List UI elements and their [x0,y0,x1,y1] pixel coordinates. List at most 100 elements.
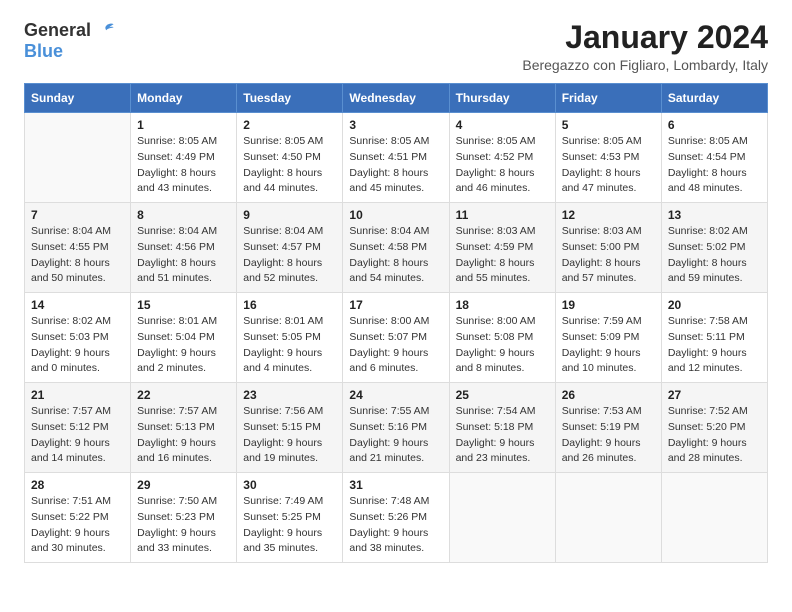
day-info: Sunrise: 8:01 AMSunset: 5:05 PMDaylight:… [243,314,336,377]
weekday-header-tuesday: Tuesday [237,84,343,113]
week-row-5: 28 Sunrise: 7:51 AMSunset: 5:22 PMDayligh… [25,473,768,563]
calendar-cell: 6 Sunrise: 8:05 AMSunset: 4:54 PMDaylight… [661,113,767,203]
week-row-4: 21 Sunrise: 7:57 AMSunset: 5:12 PMDayligh… [25,383,768,473]
day-number: 15 [137,298,230,312]
day-info: Sunrise: 8:04 AMSunset: 4:56 PMDaylight:… [137,224,230,287]
day-number: 30 [243,478,336,492]
calendar-cell [661,473,767,563]
day-number: 6 [668,118,761,132]
calendar-cell: 7Sunrise: 8:04 AMSunset: 4:55 PMDaylight… [25,203,131,293]
month-title: January 2024 [522,20,768,55]
weekday-header-friday: Friday [555,84,661,113]
week-row-2: 7Sunrise: 8:04 AMSunset: 4:55 PMDaylight… [25,203,768,293]
calendar-cell: 19Sunrise: 7:59 AMSunset: 5:09 PMDayligh… [555,293,661,383]
day-info: Sunrise: 8:02 AMSunset: 5:03 PMDaylight:… [31,314,124,377]
day-number: 27 [668,388,761,402]
day-info: Sunrise: 7:58 AMSunset: 5:11 PMDaylight:… [668,314,761,377]
day-info: Sunrise: 8:04 AMSunset: 4:58 PMDaylight:… [349,224,442,287]
day-info: Sunrise: 7:48 AMSunset: 5:26 PMDaylight:… [349,494,442,557]
day-number: 31 [349,478,442,492]
day-info: Sunrise: 7:57 AMSunset: 5:12 PMDaylight:… [31,404,124,467]
calendar-cell: 4 Sunrise: 8:05 AMSunset: 4:52 PMDaylight… [449,113,555,203]
day-info: Sunrise: 7:54 AMSunset: 5:18 PMDaylight:… [456,404,549,467]
logo-blue-text: Blue [24,42,63,62]
day-number: 26 [562,388,655,402]
calendar-cell: 15 Sunrise: 8:01 AMSunset: 5:04 PMDayligh… [131,293,237,383]
day-number: 3 [349,118,442,132]
day-number: 12 [562,208,655,222]
calendar-cell: 25 Sunrise: 7:54 AMSunset: 5:18 PMDayligh… [449,383,555,473]
calendar-cell: 17 Sunrise: 8:00 AMSunset: 5:07 PMDayligh… [343,293,449,383]
day-info: Sunrise: 7:51 AMSunset: 5:22 PMDaylight:… [31,494,124,557]
calendar-cell [555,473,661,563]
week-row-1: 1 Sunrise: 8:05 AMSunset: 4:49 PMDaylight… [25,113,768,203]
calendar-table: SundayMondayTuesdayWednesdayThursdayFrid… [24,83,768,563]
day-info: Sunrise: 8:05 AMSunset: 4:54 PMDaylight:… [668,134,761,197]
day-info: Sunrise: 7:49 AMSunset: 5:25 PMDaylight:… [243,494,336,557]
day-info: Sunrise: 8:05 AMSunset: 4:53 PMDaylight:… [562,134,655,197]
day-info: Sunrise: 8:04 AMSunset: 4:55 PMDaylight:… [31,224,124,287]
calendar-cell: 29 Sunrise: 7:50 AMSunset: 5:23 PMDayligh… [131,473,237,563]
day-number: 24 [349,388,442,402]
calendar-cell: 23Sunrise: 7:56 AMSunset: 5:15 PMDayligh… [237,383,343,473]
day-number: 22 [137,388,230,402]
day-info: Sunrise: 7:52 AMSunset: 5:20 PMDaylight:… [668,404,761,467]
header: General Blue January 2024 Beregazzo con … [24,20,768,73]
day-number: 5 [562,118,655,132]
day-number: 10 [349,208,442,222]
calendar-cell: 11Sunrise: 8:03 AMSunset: 4:59 PMDayligh… [449,203,555,293]
weekday-header-thursday: Thursday [449,84,555,113]
calendar-cell: 12Sunrise: 8:03 AMSunset: 5:00 PMDayligh… [555,203,661,293]
day-info: Sunrise: 8:02 AMSunset: 5:02 PMDaylight:… [668,224,761,287]
day-info: Sunrise: 8:05 AMSunset: 4:50 PMDaylight:… [243,134,336,197]
day-info: Sunrise: 7:50 AMSunset: 5:23 PMDaylight:… [137,494,230,557]
day-number: 4 [456,118,549,132]
weekday-header-monday: Monday [131,84,237,113]
day-number: 2 [243,118,336,132]
calendar-cell: 1 Sunrise: 8:05 AMSunset: 4:49 PMDaylight… [131,113,237,203]
day-number: 1 [137,118,230,132]
day-number: 17 [349,298,442,312]
day-info: Sunrise: 7:55 AMSunset: 5:16 PMDaylight:… [349,404,442,467]
day-number: 8 [137,208,230,222]
day-info: Sunrise: 8:00 AMSunset: 5:07 PMDaylight:… [349,314,442,377]
day-number: 23 [243,388,336,402]
calendar-cell: 16Sunrise: 8:01 AMSunset: 5:05 PMDayligh… [237,293,343,383]
calendar-cell: 13 Sunrise: 8:02 AMSunset: 5:02 PMDayligh… [661,203,767,293]
day-number: 11 [456,208,549,222]
calendar-cell: 8 Sunrise: 8:04 AMSunset: 4:56 PMDaylight… [131,203,237,293]
day-number: 21 [31,388,124,402]
calendar-cell: 9 Sunrise: 8:04 AMSunset: 4:57 PMDaylight… [237,203,343,293]
calendar-cell: 28 Sunrise: 7:51 AMSunset: 5:22 PMDayligh… [25,473,131,563]
week-row-3: 14 Sunrise: 8:02 AMSunset: 5:03 PMDayligh… [25,293,768,383]
day-info: Sunrise: 8:05 AMSunset: 4:52 PMDaylight:… [456,134,549,197]
calendar-cell: 20 Sunrise: 7:58 AMSunset: 5:11 PMDayligh… [661,293,767,383]
calendar-cell: 18Sunrise: 8:00 AMSunset: 5:08 PMDayligh… [449,293,555,383]
calendar-cell [449,473,555,563]
weekday-header-wednesday: Wednesday [343,84,449,113]
day-number: 13 [668,208,761,222]
day-info: Sunrise: 8:04 AMSunset: 4:57 PMDaylight:… [243,224,336,287]
day-number: 9 [243,208,336,222]
logo: General Blue [24,20,115,62]
day-info: Sunrise: 8:01 AMSunset: 5:04 PMDaylight:… [137,314,230,377]
day-info: Sunrise: 8:05 AMSunset: 4:51 PMDaylight:… [349,134,442,197]
day-number: 19 [562,298,655,312]
day-info: Sunrise: 7:53 AMSunset: 5:19 PMDaylight:… [562,404,655,467]
calendar-cell [25,113,131,203]
day-info: Sunrise: 8:05 AMSunset: 4:49 PMDaylight:… [137,134,230,197]
day-number: 29 [137,478,230,492]
day-number: 14 [31,298,124,312]
calendar-cell: 26 Sunrise: 7:53 AMSunset: 5:19 PMDayligh… [555,383,661,473]
day-info: Sunrise: 7:57 AMSunset: 5:13 PMDaylight:… [137,404,230,467]
title-area: January 2024 Beregazzo con Figliaro, Lom… [522,20,768,73]
calendar-cell: 21 Sunrise: 7:57 AMSunset: 5:12 PMDayligh… [25,383,131,473]
calendar-cell: 24 Sunrise: 7:55 AMSunset: 5:16 PMDayligh… [343,383,449,473]
day-info: Sunrise: 8:00 AMSunset: 5:08 PMDaylight:… [456,314,549,377]
calendar-cell: 3 Sunrise: 8:05 AMSunset: 4:51 PMDaylight… [343,113,449,203]
day-number: 25 [456,388,549,402]
calendar-cell: 31 Sunrise: 7:48 AMSunset: 5:26 PMDayligh… [343,473,449,563]
day-number: 20 [668,298,761,312]
logo-general-text: General [24,21,91,41]
day-number: 28 [31,478,124,492]
